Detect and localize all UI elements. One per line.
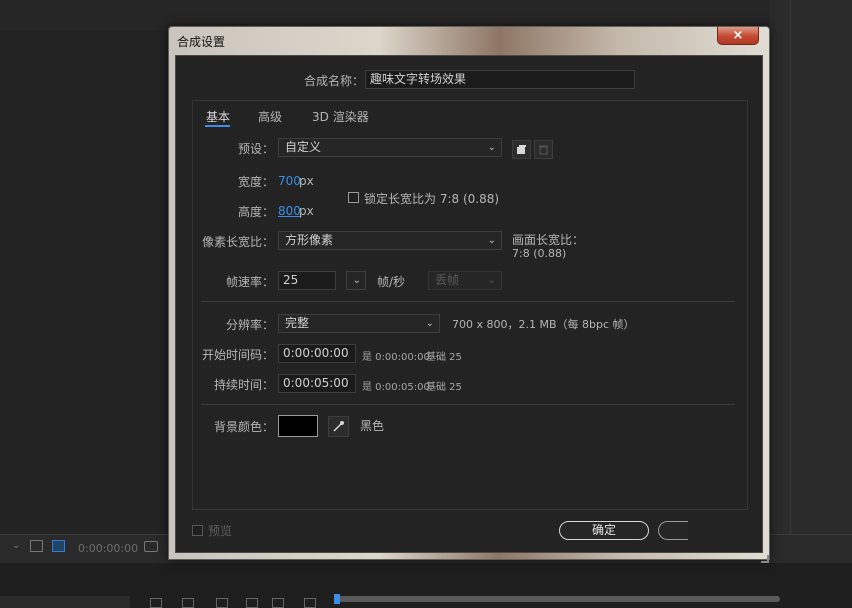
- active-tab-indicator: [205, 125, 230, 127]
- settings-panel: [192, 100, 748, 510]
- divider: [201, 404, 735, 405]
- background-app-right-panel: [770, 0, 852, 608]
- tab-advanced[interactable]: 高级: [258, 108, 282, 125]
- resolution-label: 分辨率：: [225, 318, 274, 332]
- drop-frame-dropdown[interactable]: 丢帧 ⌄: [428, 271, 502, 290]
- composition-settings-dialog: 合成设置 × 合成名称： 趣味文字转场效果 基本 高级 3D 渲染器 预设： 自…: [168, 26, 770, 563]
- duration-equivalent: 是 0:00:05:00: [362, 382, 430, 393]
- start-timecode-equivalent: 是 0:00:00:00: [362, 352, 430, 363]
- cancel-button[interactable]: [658, 521, 688, 540]
- tab-3d-renderer[interactable]: 3D 渲染器: [312, 108, 369, 125]
- frame-rate-unit: 帧/秒: [377, 275, 406, 289]
- transparency-grid-icon[interactable]: [52, 540, 65, 552]
- duration-base: 基础 25: [426, 382, 462, 393]
- start-timecode-input[interactable]: 0:00:00:00: [278, 344, 356, 363]
- frame-rate-dropdown[interactable]: ⌄: [346, 271, 366, 290]
- resolution-dropdown[interactable]: 完整 ⌄: [278, 314, 440, 333]
- frame-aspect-value: 7:8 (0.88): [512, 247, 567, 260]
- delete-preset-button[interactable]: [534, 140, 553, 159]
- save-preset-button[interactable]: [512, 140, 531, 159]
- drop-frame-value: 丢帧: [435, 273, 460, 287]
- width-label: 宽度：: [237, 175, 274, 189]
- timeline-zoom-slider[interactable]: [336, 596, 780, 602]
- save-preset-icon: [517, 145, 526, 154]
- width-value[interactable]: 700: [278, 174, 301, 188]
- preset-label: 预设：: [237, 142, 274, 156]
- ok-button[interactable]: 确定: [559, 521, 649, 540]
- background-divider: [790, 0, 791, 540]
- chevron-down-icon: ⌄: [352, 275, 361, 286]
- resize-grip[interactable]: [761, 555, 769, 563]
- chevron-down-icon: ⌄: [487, 235, 496, 246]
- dialog-title: 合成设置: [177, 35, 226, 49]
- height-value[interactable]: 800: [278, 204, 301, 218]
- camera-icon[interactable]: [144, 541, 158, 552]
- duration-label: 持续时间：: [213, 378, 274, 392]
- eyedropper-icon: [333, 421, 344, 432]
- lock-aspect-label: 锁定长宽比为 7:8 (0.88): [364, 192, 500, 206]
- pixel-aspect-value: 方形像素: [285, 233, 334, 247]
- composition-name-label: 合成名称：: [303, 74, 364, 88]
- pixel-aspect-dropdown[interactable]: 方形像素 ⌄: [278, 231, 502, 250]
- frame-rate-label: 帧速率：: [225, 275, 274, 289]
- tab-basic[interactable]: 基本: [206, 108, 230, 125]
- tool-icon[interactable]: [150, 598, 162, 608]
- preset-dropdown[interactable]: 自定义 ⌄: [278, 138, 502, 157]
- dialog-content: 合成名称： 趣味文字转场效果 基本 高级 3D 渲染器 预设： 自定义 ⌄ 宽度…: [175, 55, 763, 553]
- tool-icon[interactable]: [182, 598, 194, 608]
- duration-input[interactable]: 0:00:05:00: [278, 374, 356, 393]
- preset-value: 自定义: [285, 140, 322, 154]
- frame-rate-input[interactable]: 25: [278, 271, 336, 290]
- preview-checkbox[interactable]: [192, 525, 203, 536]
- frame-aspect-label: 画面长宽比：: [512, 233, 585, 247]
- resolution-value: 完整: [285, 316, 310, 330]
- start-timecode-label: 开始时间码：: [201, 348, 274, 362]
- region-icon[interactable]: [30, 540, 43, 552]
- tool-icon[interactable]: [216, 598, 228, 608]
- height-unit: px: [299, 204, 314, 218]
- resolution-info: 700 x 800，2.1 MB（每 8bpc 帧）: [452, 318, 635, 331]
- chevron-down-icon: ⌄: [425, 318, 434, 329]
- chevron-down-icon[interactable]: ⌄: [12, 540, 20, 551]
- timeline-timecode[interactable]: 0:00:00:00: [78, 542, 138, 555]
- divider: [201, 301, 735, 302]
- timeline-zoom-handle[interactable]: [334, 594, 340, 604]
- layer-panel: [0, 596, 130, 608]
- start-timecode-base: 基础 25: [426, 352, 462, 363]
- chevron-down-icon: ⌄: [487, 275, 496, 286]
- tool-icon[interactable]: [304, 598, 316, 608]
- background-color-label: 背景颜色：: [213, 420, 274, 434]
- trash-icon: [539, 145, 548, 155]
- tool-icon[interactable]: [246, 598, 258, 608]
- pixel-aspect-label: 像素长宽比：: [201, 235, 274, 249]
- eyedropper-button[interactable]: [328, 416, 349, 437]
- lock-aspect-checkbox[interactable]: [348, 192, 359, 203]
- composition-name-input[interactable]: 趣味文字转场效果: [365, 70, 635, 89]
- background-color-name: 黑色: [360, 419, 385, 433]
- background-color-swatch[interactable]: [278, 415, 318, 437]
- tool-icon[interactable]: [272, 598, 284, 608]
- width-unit: px: [299, 174, 314, 188]
- close-button[interactable]: ×: [717, 27, 759, 45]
- preview-label: 预览: [208, 524, 233, 538]
- height-label: 高度：: [237, 205, 274, 219]
- chevron-down-icon: ⌄: [487, 142, 496, 153]
